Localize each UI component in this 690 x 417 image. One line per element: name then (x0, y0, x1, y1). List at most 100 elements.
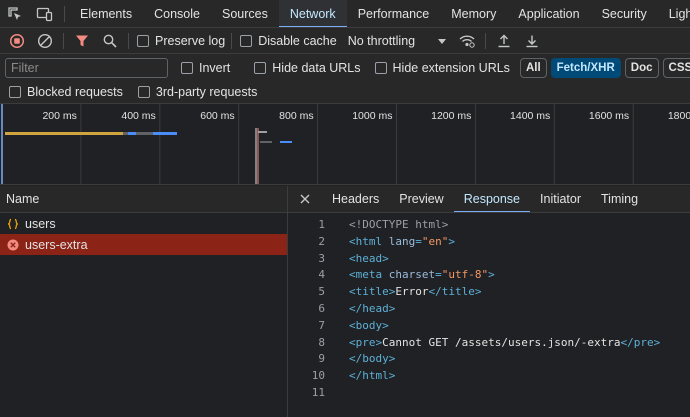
devtools-tab-bar: Elements Console Sources Network Performance… (0, 0, 690, 28)
throttling-select[interactable]: No throttling (348, 34, 447, 48)
blocked-requests-label: Blocked requests (27, 85, 123, 99)
chip-all[interactable]: All (519, 57, 547, 78)
code-text: <meta charset="utf-8"> (349, 268, 495, 282)
name-column-header[interactable]: Name (0, 186, 287, 213)
overview-tick-label: 200 ms (42, 110, 76, 122)
toolbar-separator (485, 32, 487, 49)
network-overview[interactable]: 200 ms 400 ms 600 ms 800 ms 1000 ms 1200 ms 14… (0, 104, 690, 185)
request-detail-tabs: Headers Preview Response Initiator Timing (288, 186, 690, 213)
hide-data-urls-checkbox[interactable]: Hide data URLs (254, 60, 361, 75)
request-row[interactable]: users-extra (0, 234, 287, 255)
code-line: 3 <head> (288, 251, 690, 268)
code-text: <!DOCTYPE html> (349, 218, 449, 231)
request-name: users (25, 216, 56, 231)
filter-funnel-icon[interactable] (68, 28, 96, 53)
disable-cache-checkbox[interactable]: Disable cache (240, 34, 337, 48)
preserve-log-checkbox[interactable]: Preserve log (137, 34, 225, 48)
overview-download-bar (128, 132, 136, 135)
resource-type-chips: AllFetch/XHRDocCSSJS (519, 57, 690, 78)
overview-tick-label: 1800 ms (668, 110, 690, 122)
filter-input[interactable] (5, 57, 168, 78)
code-text: <html lang="en"> (349, 234, 455, 248)
checkbox-box[interactable] (374, 61, 387, 74)
throttling-value: No throttling (347, 33, 416, 48)
blocked-requests-checkbox[interactable]: Blocked requests (9, 85, 123, 99)
overview-request-bar (260, 141, 272, 143)
inspect-element-icon[interactable] (0, 1, 30, 27)
line-number: 5 (318, 285, 325, 299)
overview-tick-label: 400 ms (121, 110, 155, 122)
toolbar-separator (231, 32, 233, 49)
detail-tab-response[interactable]: Response (453, 186, 531, 212)
network-conditions-icon[interactable] (453, 28, 481, 53)
hide-data-urls-label: Hide data URLs (272, 60, 361, 75)
chip-doc[interactable]: Doc (624, 57, 659, 78)
line-number: 8 (318, 335, 325, 349)
line-number: 1 (318, 218, 325, 231)
code-text: <pre>Cannot GET /assets/users.json/-extr… (349, 335, 661, 349)
checkbox-box[interactable] (240, 34, 253, 47)
overview-timeline[interactable]: 200 ms 400 ms 600 ms 800 ms 1000 ms 1200 ms 14… (0, 104, 690, 185)
blocked-requests-bar: Blocked requests 3rd-party requests (0, 81, 690, 104)
tab-elements[interactable]: Elements (69, 0, 143, 27)
name-header-label: Name (6, 192, 40, 206)
tab-sources[interactable]: Sources (211, 0, 279, 27)
overview-tick-label: 1400 ms (510, 110, 550, 122)
detail-tab-timing[interactable]: Timing (591, 186, 648, 212)
code-line: 2 <html lang="en"> (288, 234, 690, 251)
overview-tick-label: 600 ms (200, 110, 234, 122)
network-toolbar: Preserve log Disable cache No throttling (0, 28, 690, 54)
overview-tick-label: 1200 ms (431, 110, 471, 122)
code-text: <title>Error</title> (349, 285, 482, 299)
checkbox-box[interactable] (137, 34, 149, 47)
code-text: </html> (349, 369, 396, 383)
record-stop-icon[interactable] (3, 28, 31, 53)
checkbox-box[interactable] (9, 86, 21, 98)
code-line: 1 <!DOCTYPE html> (288, 217, 690, 234)
line-number: 11 (311, 385, 325, 399)
tab-memory[interactable]: Memory (440, 0, 507, 27)
tab-console[interactable]: Console (143, 0, 211, 27)
overview-request-bar (258, 131, 267, 133)
code-text: </head> (349, 301, 396, 315)
request-name: users-extra (25, 237, 88, 252)
clear-icon[interactable] (31, 28, 59, 53)
line-number: 4 (318, 268, 325, 282)
tab-performance[interactable]: Performance (347, 0, 441, 27)
detail-tab-initiator[interactable]: Initiator (530, 186, 591, 212)
checkbox-box[interactable] (254, 61, 267, 74)
code-line: 7 <body> (288, 318, 690, 335)
chip-fetch-xhr[interactable]: Fetch/XHR (550, 57, 621, 78)
chip-css[interactable]: CSS (662, 57, 690, 78)
export-har-icon[interactable] (518, 28, 546, 53)
checkbox-box[interactable] (181, 61, 193, 74)
line-number: 7 (318, 318, 325, 332)
code-line: 4 <meta charset="utf-8"> (288, 267, 690, 284)
code-line: 11 (288, 385, 690, 402)
panel-tabs: Elements Console Sources Network Performance… (69, 0, 690, 27)
error-icon (7, 239, 19, 251)
tab-lighthouse[interactable]: Lighthouse (658, 0, 690, 27)
code-line: 10 </html> (288, 368, 690, 385)
preserve-log-label: Preserve log (155, 33, 226, 48)
invert-checkbox[interactable]: Invert (181, 61, 230, 75)
detail-tab-headers[interactable]: Headers (322, 186, 389, 212)
close-icon[interactable] (288, 186, 322, 212)
detail-tab-preview[interactable]: Preview (389, 186, 453, 212)
hide-extension-urls-checkbox[interactable]: Hide extension URLs (374, 61, 510, 75)
overview-download-bar (280, 141, 292, 143)
code-line: 6 </head> (288, 301, 690, 318)
third-party-requests-checkbox[interactable]: 3rd-party requests (137, 85, 257, 99)
search-icon[interactable] (96, 28, 124, 53)
tab-application[interactable]: Application (507, 0, 590, 27)
overview-waiting-bar (5, 132, 123, 135)
device-toolbar-icon[interactable] (30, 1, 60, 27)
import-har-icon[interactable] (490, 28, 518, 53)
checkbox-box[interactable] (137, 86, 150, 98)
tab-network[interactable]: Network (278, 0, 347, 27)
tab-security[interactable]: Security (591, 0, 658, 27)
request-row[interactable]: users (0, 213, 287, 234)
overview-tick-label: 800 ms (279, 110, 313, 122)
detail-tab-list: Headers Preview Response Initiator Timing (322, 186, 648, 212)
